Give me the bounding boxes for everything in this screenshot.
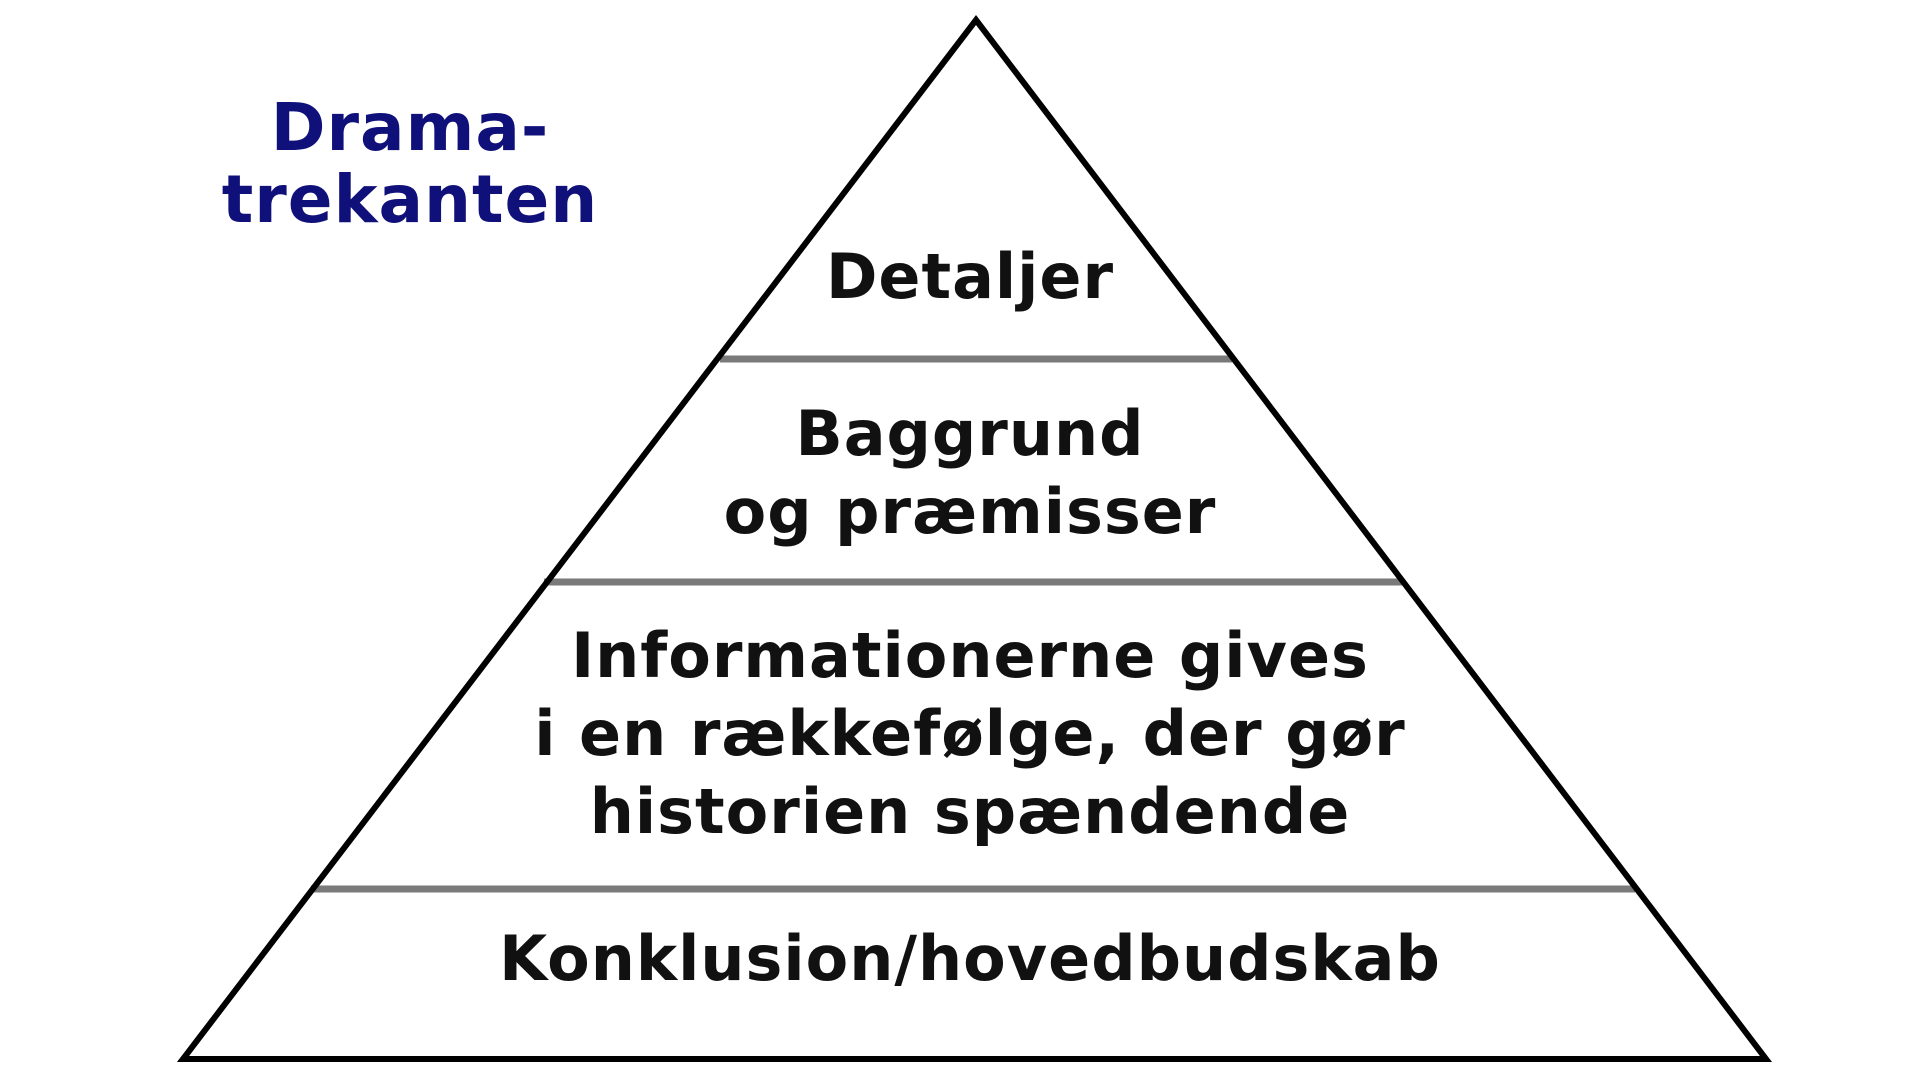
tier-3-line-3: historien spændende — [589, 775, 1351, 848]
tier-label-details: Detaljer — [470, 238, 1470, 316]
tier-3-line-1: Informationerne gives — [571, 619, 1369, 692]
tier-2-line-2: og præmisser — [723, 475, 1217, 548]
title-line-1: Drama- — [270, 89, 550, 166]
drama-triangle-diagram: Drama- trekanten Detaljer Baggrund og pr… — [0, 0, 1921, 1081]
diagram-title: Drama- trekanten — [200, 92, 620, 236]
tier-label-background: Baggrund og præmisser — [470, 395, 1470, 551]
tier-4-line-1: Konklusion/hovedbudskab — [499, 922, 1441, 995]
tier-label-information-order: Informationerne gives i en rækkefølge, d… — [470, 617, 1470, 851]
tier-label-conclusion: Konklusion/hovedbudskab — [470, 920, 1470, 998]
tier-3-line-2: i en rækkefølge, der gør — [534, 697, 1406, 770]
tier-1-line-1: Detaljer — [825, 240, 1115, 313]
tier-2-line-1: Baggrund — [795, 397, 1145, 470]
title-line-2: trekanten — [221, 161, 599, 238]
